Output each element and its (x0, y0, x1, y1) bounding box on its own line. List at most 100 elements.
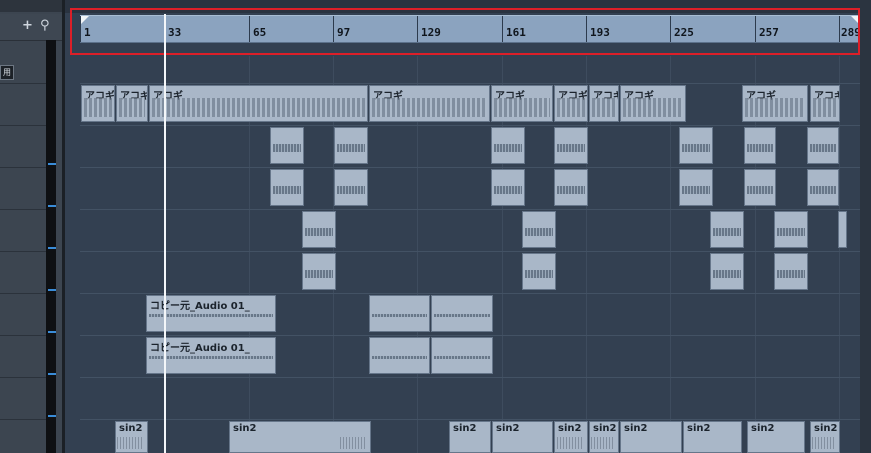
sin-waveform (811, 437, 835, 449)
waveform (777, 227, 805, 236)
audio-event[interactable] (302, 253, 336, 290)
audio-event[interactable] (679, 127, 713, 164)
acoustic-part[interactable]: アコギ (620, 85, 686, 122)
waveform (525, 269, 553, 278)
track-divider (0, 209, 46, 210)
waveform (682, 143, 710, 152)
track-divider (0, 251, 46, 252)
audio-event[interactable] (270, 127, 304, 164)
search-icon[interactable]: ⚲ (40, 18, 50, 33)
sin2-event[interactable]: sin2 (554, 421, 588, 453)
waveform (149, 313, 273, 317)
playback-cursor[interactable] (164, 14, 166, 453)
audio-event[interactable] (838, 211, 847, 248)
audio-event[interactable] (554, 169, 588, 206)
audio-event[interactable] (302, 211, 336, 248)
event-label: sin2 (453, 423, 477, 434)
event-label: sin2 (687, 423, 711, 434)
event-label: sin2 (593, 423, 617, 434)
sin2-event[interactable]: sin2 (492, 421, 553, 453)
waveform (713, 227, 741, 236)
audio-event[interactable] (710, 211, 744, 248)
event-label: sin2 (751, 423, 775, 434)
sin2-event[interactable]: sin2 (115, 421, 148, 453)
meter-indicator (48, 163, 56, 165)
event-label: sin2 (233, 423, 257, 434)
lane-divider (80, 83, 860, 84)
acoustic-part[interactable]: アコギ (369, 85, 490, 122)
waveform (557, 143, 585, 152)
audio-event[interactable] (334, 169, 368, 206)
sin-waveform (117, 437, 143, 449)
audio-event[interactable] (807, 169, 839, 206)
sin2-event[interactable]: sin2 (810, 421, 840, 453)
lane-divider (80, 125, 860, 126)
add-track-icon[interactable]: + (22, 18, 33, 33)
audio-event[interactable] (710, 253, 744, 290)
track-divider (0, 125, 46, 126)
audio-event[interactable] (522, 211, 556, 248)
audio-event[interactable] (431, 295, 493, 332)
audio-event[interactable] (744, 169, 776, 206)
audio-event[interactable] (369, 337, 430, 374)
waveform (337, 143, 365, 152)
acoustic-part[interactable]: アコギ (116, 85, 148, 122)
midi-notes (119, 98, 145, 117)
waveform (810, 185, 836, 194)
midi-notes (557, 98, 585, 117)
audio-event[interactable] (554, 127, 588, 164)
event-label: sin2 (624, 423, 648, 434)
event-label: sin2 (496, 423, 520, 434)
acoustic-part[interactable]: アコギ (149, 85, 368, 122)
sin2-event[interactable]: sin2 (620, 421, 682, 453)
acoustic-part[interactable]: アコギ (742, 85, 808, 122)
audio-event[interactable] (774, 253, 808, 290)
acoustic-part[interactable]: アコギ (81, 85, 115, 122)
meter-indicator (48, 415, 56, 417)
waveform (273, 143, 301, 152)
audio-event[interactable] (744, 127, 776, 164)
audio-event[interactable] (679, 169, 713, 206)
lane-divider (80, 377, 860, 378)
waveform (682, 185, 710, 194)
audio-event[interactable] (334, 127, 368, 164)
waveform (434, 313, 490, 317)
audio-event[interactable] (774, 211, 808, 248)
sin2-event[interactable]: sin2 (589, 421, 619, 453)
acoustic-part[interactable]: アコギ (589, 85, 619, 122)
midi-notes (372, 98, 487, 117)
audio-event[interactable] (431, 337, 493, 374)
sin2-event[interactable]: sin2 (229, 421, 371, 453)
sin2-event[interactable]: sin2 (449, 421, 491, 453)
track-divider (0, 419, 46, 420)
audio-event[interactable] (491, 169, 525, 206)
audio-event[interactable] (270, 169, 304, 206)
waveform (525, 227, 553, 236)
waveform (305, 227, 333, 236)
midi-notes (84, 98, 112, 117)
sin-waveform (340, 437, 366, 449)
arrange-right-edge (860, 0, 871, 453)
track-divider (0, 293, 46, 294)
lane-divider (80, 419, 860, 420)
arrange-window (65, 0, 871, 453)
meter-indicator (48, 289, 56, 291)
waveform (372, 355, 427, 359)
midi-notes (745, 98, 805, 117)
sin2-event[interactable]: sin2 (683, 421, 742, 453)
audio-event[interactable] (491, 127, 525, 164)
lane-divider (80, 209, 860, 210)
midi-notes (623, 98, 683, 117)
track-mini-tag[interactable]: 用 (0, 65, 14, 80)
acoustic-part[interactable]: アコギ (554, 85, 588, 122)
acoustic-part[interactable]: アコギ (491, 85, 553, 122)
meter-indicator (48, 331, 56, 333)
waveform (337, 185, 365, 194)
audio-event[interactable] (522, 253, 556, 290)
lane-divider (80, 335, 860, 336)
sin2-event[interactable]: sin2 (747, 421, 805, 453)
track-divider (0, 335, 46, 336)
acoustic-part[interactable]: アコギ (810, 85, 840, 122)
audio-event[interactable] (369, 295, 430, 332)
audio-event[interactable] (807, 127, 839, 164)
